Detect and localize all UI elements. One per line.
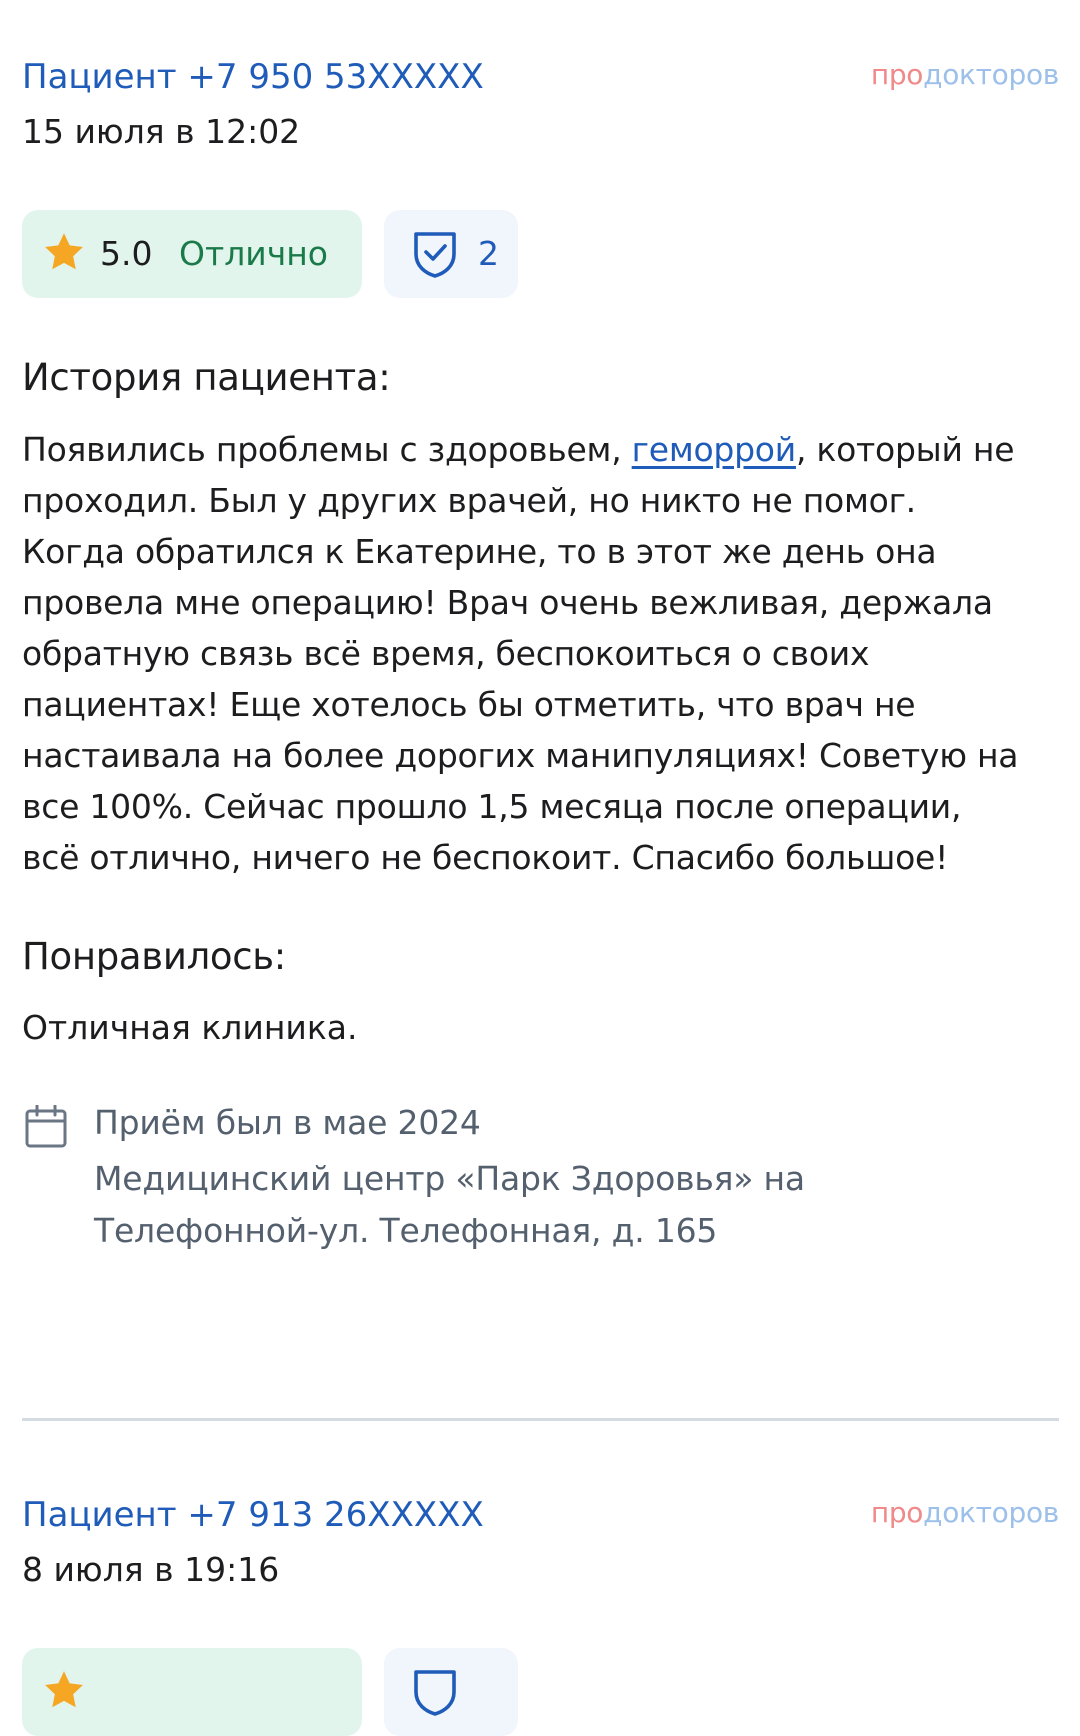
verified-badge[interactable]: 2: [384, 210, 518, 298]
rating-badge: [22, 1648, 362, 1736]
review-date: 8 июля в 19:16: [22, 1550, 280, 1589]
rating-value: 5.0: [100, 234, 153, 273]
diagnosis-link[interactable]: геморрой: [632, 430, 797, 469]
brand-logo: продокторов: [870, 1496, 1059, 1529]
shield-check-icon: [414, 232, 456, 278]
shield-check-icon: [414, 1670, 456, 1716]
review-card: Пациент +7 950 53XXXXX продокторов 15 ию…: [22, 52, 1059, 1257]
star-icon: [45, 233, 83, 270]
story-text: Появились проблемы с здоровьем, геморрой…: [22, 430, 1019, 877]
verified-badge[interactable]: [384, 1648, 518, 1736]
review-card: Пациент +7 913 26XXXXX продокторов 8 июл…: [22, 1490, 1059, 1736]
calendar-icon: [25, 1105, 67, 1148]
story-title: История пациента:: [22, 356, 391, 399]
review-header: Пациент +7 950 53XXXXX продокторов: [22, 52, 1059, 102]
liked-title: Понравилось:: [22, 935, 286, 978]
brand-logo: продокторов: [870, 58, 1059, 91]
review-badges: [22, 1648, 1059, 1736]
rating-badge: 5.0 Отлично: [22, 210, 362, 298]
visit-clinic-link[interactable]: Медицинский центр «Парк Здоровья» на Тел…: [94, 1153, 994, 1257]
visit-info: Приём был в мае 2024 Медицинский центр «…: [22, 1097, 1059, 1257]
verified-count: 2: [478, 234, 499, 273]
review-divider: [22, 1418, 1059, 1421]
review-header: Пациент +7 913 26XXXXX продокторов: [22, 1490, 1059, 1540]
star-icon: [45, 1671, 83, 1708]
review-badges: 5.0 Отлично 2: [22, 210, 1059, 298]
review-date: 15 июля в 12:02: [22, 112, 301, 151]
visit-date: Приём был в мае 2024: [94, 1103, 481, 1142]
liked-text: Отличная клиника.: [22, 1008, 358, 1047]
rating-label: Отлично: [179, 234, 328, 273]
